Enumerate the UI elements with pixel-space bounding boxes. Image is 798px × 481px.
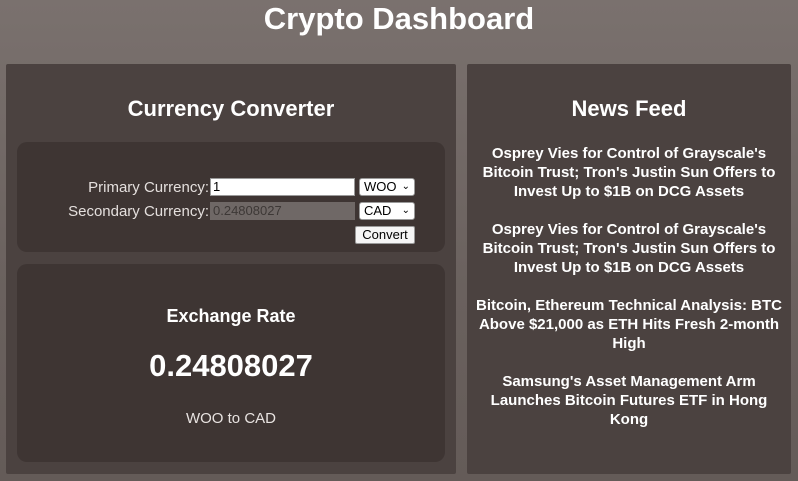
primary-currency-value: WOO bbox=[364, 179, 397, 194]
news-item[interactable]: Osprey Vies for Control of Grayscale's B… bbox=[475, 220, 783, 277]
secondary-currency-row: Secondary Currency: 0.24808027 CAD ⌄ bbox=[17, 202, 445, 222]
convert-button[interactable]: Convert bbox=[355, 226, 415, 244]
exchange-rate-value: 0.24808027 bbox=[149, 348, 313, 383]
exchange-rate-title: Exchange Rate bbox=[166, 306, 296, 326]
secondary-amount-input[interactable]: 0.24808027 bbox=[210, 202, 355, 220]
primary-currency-label: Primary Currency: bbox=[88, 179, 209, 196]
page-title: Crypto Dashboard bbox=[263, 1, 535, 36]
chevron-down-icon: ⌄ bbox=[401, 181, 410, 192]
primary-currency-row: Primary Currency: 1 WOO ⌄ bbox=[17, 178, 445, 198]
secondary-currency-select[interactable]: CAD ⌄ bbox=[359, 202, 415, 220]
converter-form: Primary Currency: 1 WOO ⌄ Secondary Curr… bbox=[17, 142, 445, 252]
news-feed-panel: News Feed Osprey Vies for Control of Gra… bbox=[467, 64, 791, 474]
dashboard-page: Crypto Dashboard Currency Converter Prim… bbox=[0, 0, 798, 481]
news-item[interactable]: Bitcoin, Ethereum Technical Analysis: BT… bbox=[475, 296, 783, 353]
news-list: Osprey Vies for Control of Grayscale's B… bbox=[475, 144, 783, 448]
converter-title: Currency Converter bbox=[127, 96, 335, 121]
secondary-currency-label: Secondary Currency: bbox=[68, 203, 209, 220]
chevron-down-icon: ⌄ bbox=[401, 205, 410, 216]
exchange-rate-pair: WOO to CAD bbox=[185, 410, 276, 427]
currency-converter-panel: Currency Converter Primary Currency: 1 W… bbox=[6, 64, 456, 474]
secondary-currency-value: CAD bbox=[364, 203, 392, 218]
news-item[interactable]: Samsung's Asset Management Arm Launches … bbox=[475, 372, 783, 429]
exchange-rate-card: Exchange Rate 0.24808027 WOO to CAD bbox=[17, 264, 445, 462]
primary-currency-select[interactable]: WOO ⌄ bbox=[359, 178, 415, 196]
news-item[interactable]: Osprey Vies for Control of Grayscale's B… bbox=[475, 144, 783, 201]
primary-amount-input[interactable]: 1 bbox=[210, 178, 355, 196]
news-feed-title: News Feed bbox=[571, 96, 687, 121]
